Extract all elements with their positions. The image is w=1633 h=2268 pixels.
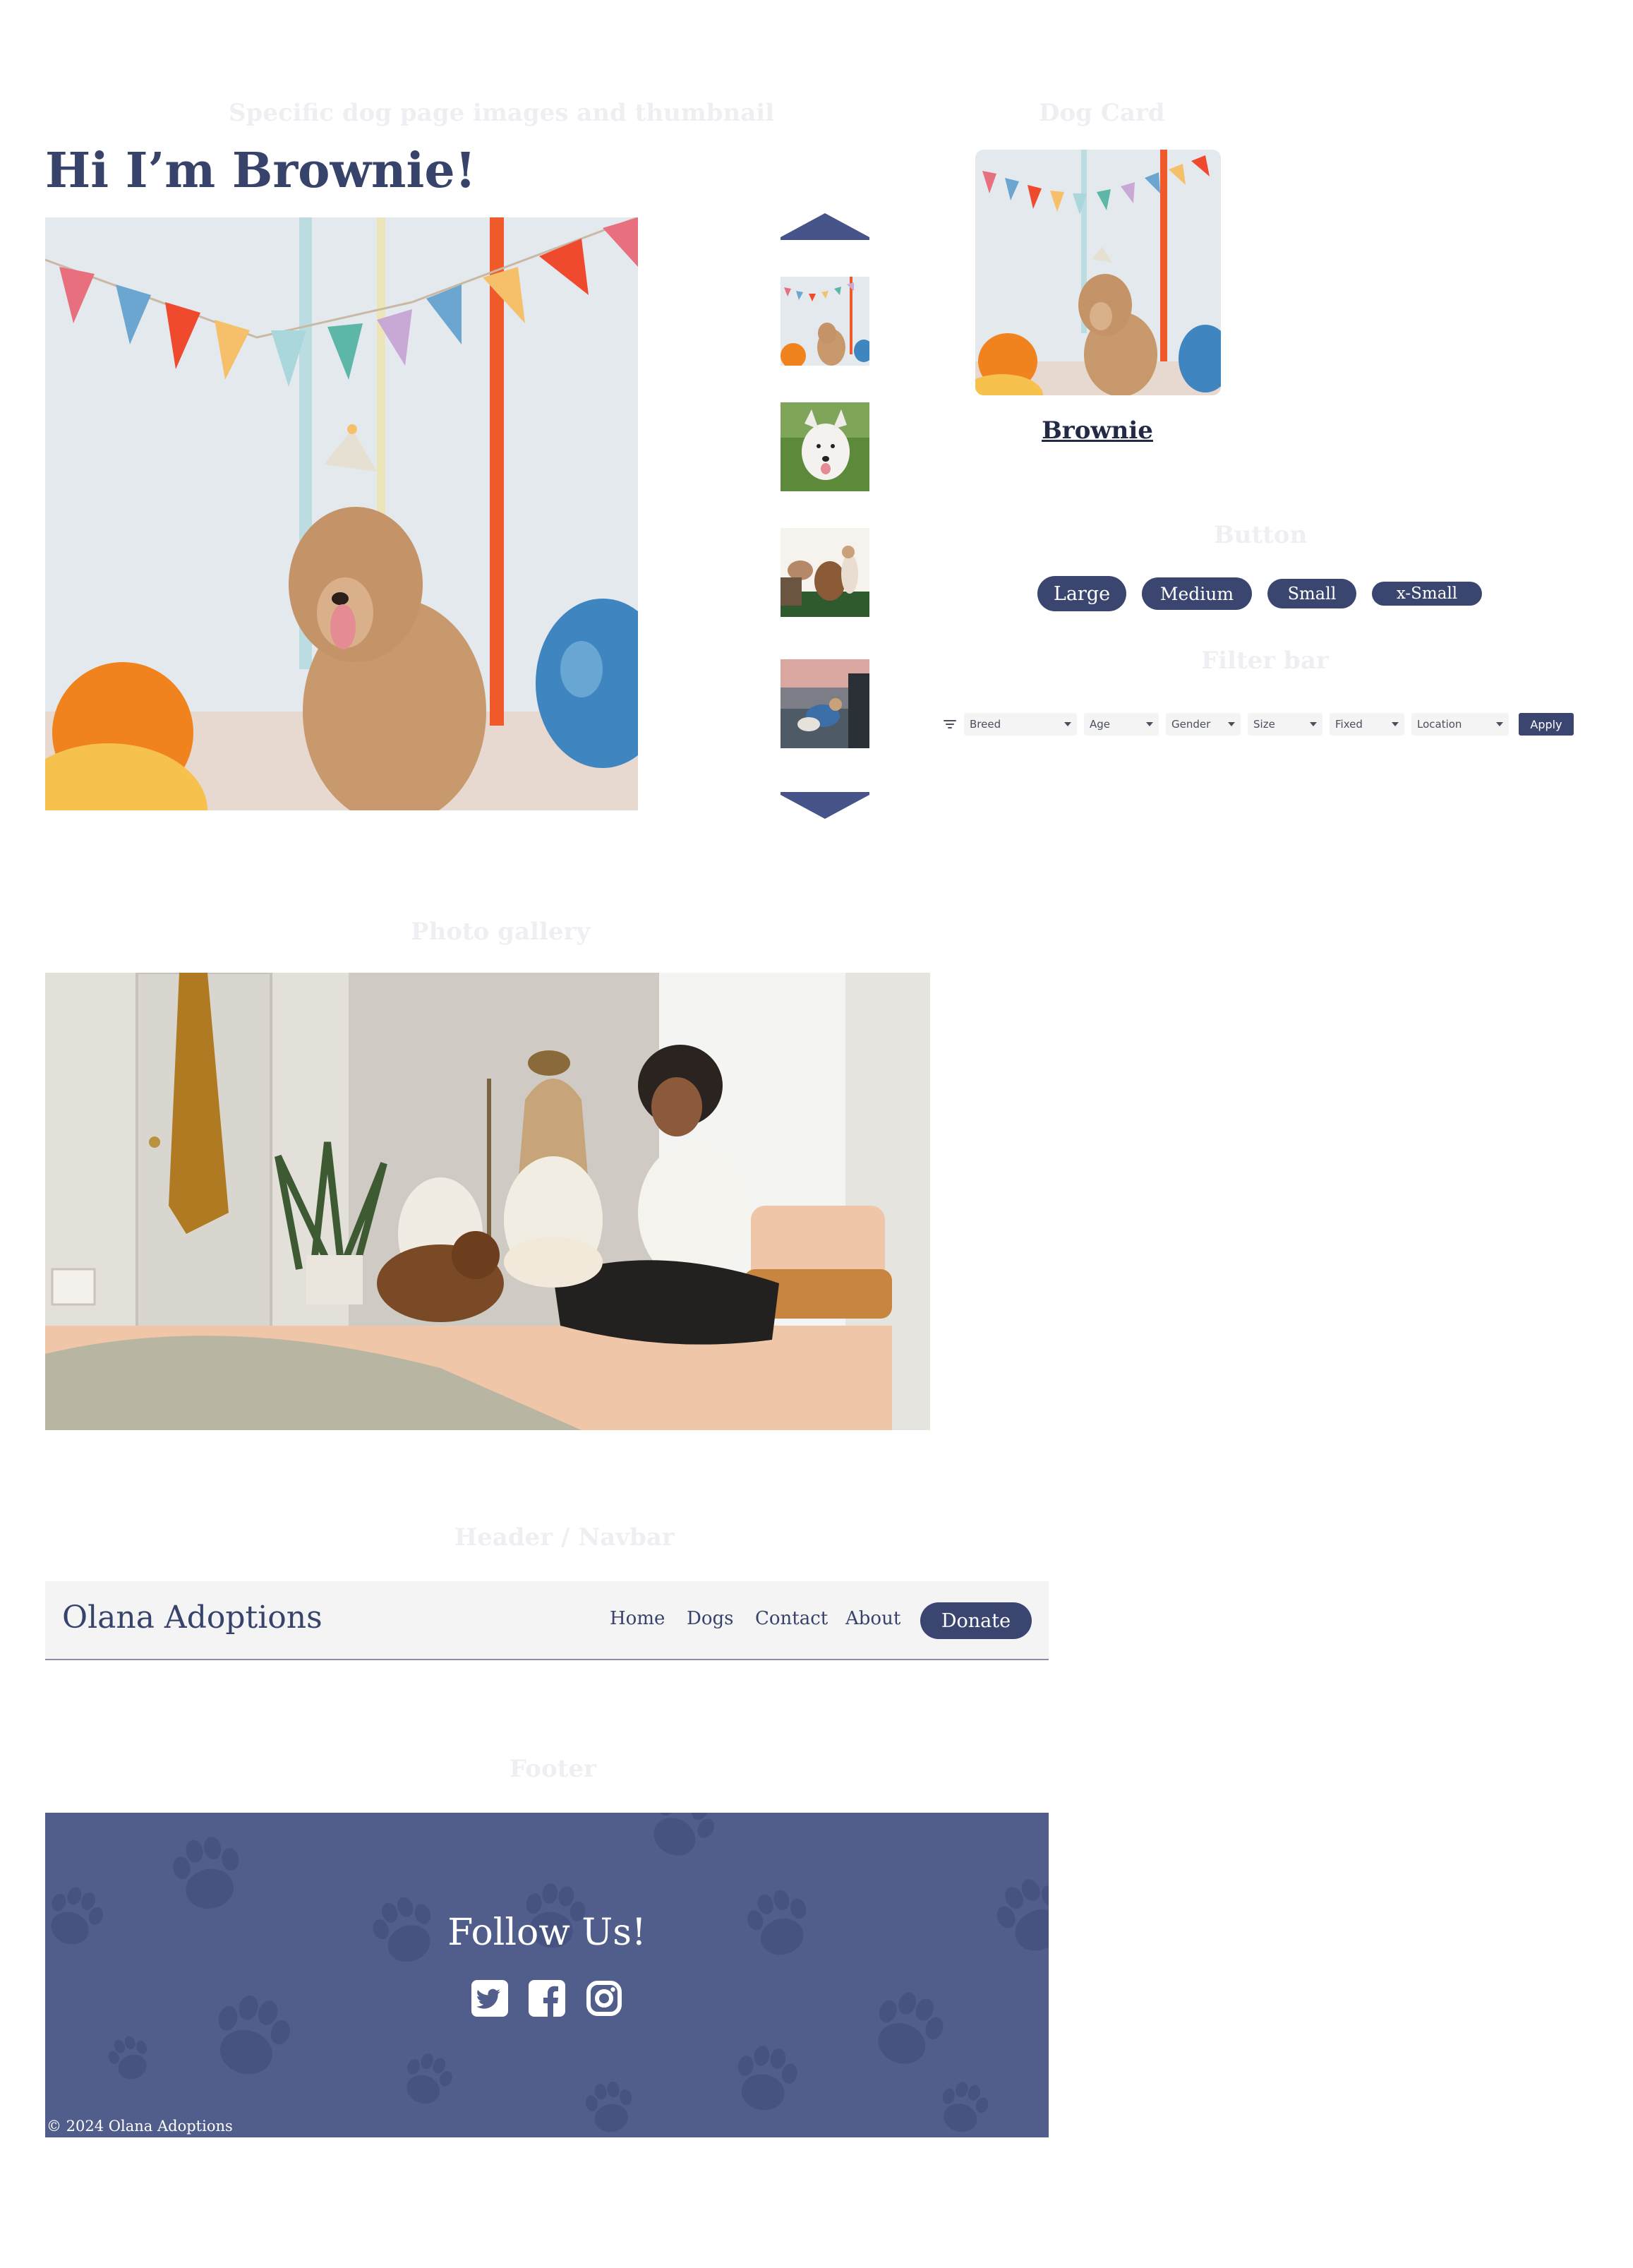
breed-filter-label: Breed	[970, 718, 1001, 731]
large-button[interactable]: Large	[1037, 576, 1126, 611]
fixed-filter[interactable]: Fixed	[1330, 713, 1404, 736]
apply-button[interactable]: Apply	[1519, 713, 1574, 736]
dog-card-image[interactable]	[975, 150, 1221, 395]
section-label-dog-page: Specific dog page images and thumbnail	[229, 99, 775, 127]
thumbnail-up-arrow[interactable]	[781, 213, 869, 240]
twitter-icon[interactable]	[471, 1979, 509, 2017]
navbar: Olana Adoptions Home Dogs Contact About …	[45, 1581, 1049, 1660]
chevron-down-icon	[1310, 722, 1317, 726]
location-filter-label: Location	[1417, 718, 1462, 731]
medium-button[interactable]: Medium	[1142, 577, 1252, 610]
dog-main-photo	[45, 217, 638, 810]
thumbnail-birthday-dog[interactable]	[781, 277, 869, 366]
thumbnail-people-dog[interactable]	[781, 528, 869, 617]
chevron-down-icon	[1496, 722, 1503, 726]
breed-filter[interactable]: Breed	[964, 713, 1077, 736]
chevron-down-icon	[1146, 722, 1153, 726]
chevron-down-icon	[1392, 722, 1399, 726]
section-label-footer: Footer	[510, 1755, 596, 1783]
x-small-button[interactable]: x-Small	[1372, 582, 1482, 606]
gallery-photo	[45, 973, 930, 1430]
brand-logo[interactable]: Olana Adoptions	[62, 1600, 323, 1636]
section-label-filter-bar: Filter bar	[1201, 647, 1329, 675]
chevron-down-icon	[1064, 722, 1071, 726]
follow-us-heading: Follow Us!	[447, 1912, 646, 1954]
nav-link-home[interactable]: Home	[610, 1608, 665, 1629]
footer: Follow Us! © 2024 Olana Adoptions	[45, 1813, 1049, 2137]
donate-button[interactable]: Donate	[920, 1602, 1032, 1639]
fixed-filter-label: Fixed	[1335, 718, 1363, 731]
section-label-button: Button	[1214, 521, 1308, 549]
small-button[interactable]: Small	[1267, 579, 1356, 608]
filter-icon	[943, 717, 957, 731]
nav-link-dogs[interactable]: Dogs	[687, 1608, 734, 1629]
section-label-photo-gallery: Photo gallery	[411, 918, 591, 946]
copyright-text: © 2024 Olana Adoptions	[47, 2118, 233, 2135]
chevron-down-icon	[1228, 722, 1235, 726]
section-label-dog-card: Dog Card	[1039, 99, 1165, 127]
dog-page-title: Hi I’m Brownie!	[45, 143, 476, 199]
dog-card-name-link[interactable]: Brownie	[974, 416, 1221, 445]
facebook-icon[interactable]	[528, 1979, 566, 2017]
gender-filter-label: Gender	[1171, 718, 1211, 731]
paw-pattern	[45, 1813, 1049, 2137]
age-filter-label: Age	[1090, 718, 1111, 731]
section-label-header: Header / Navbar	[454, 1523, 675, 1552]
nav-link-contact[interactable]: Contact	[755, 1608, 828, 1629]
nav-link-about[interactable]: About	[845, 1608, 900, 1629]
age-filter[interactable]: Age	[1084, 713, 1159, 736]
instagram-icon[interactable]	[585, 1979, 623, 2017]
thumbnail-down-arrow[interactable]	[781, 792, 869, 819]
location-filter[interactable]: Location	[1411, 713, 1509, 736]
gender-filter[interactable]: Gender	[1166, 713, 1241, 736]
filter-bar: Breed Age Gender Size Fixed Location App…	[943, 713, 1578, 736]
thumbnail-man-dog[interactable]	[781, 659, 869, 748]
thumbnail-white-dog[interactable]	[781, 402, 869, 491]
size-filter[interactable]: Size	[1248, 713, 1322, 736]
size-filter-label: Size	[1253, 718, 1275, 731]
